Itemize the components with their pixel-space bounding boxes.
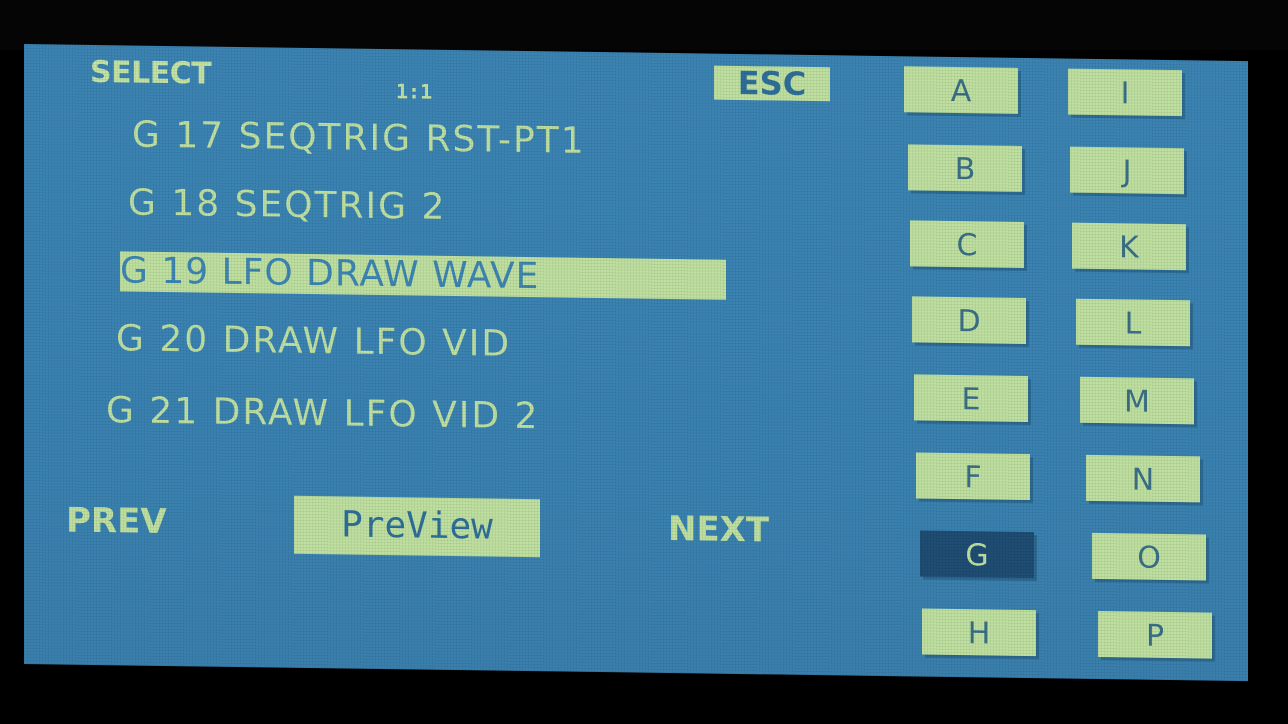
- bank-button-j[interactable]: J: [1070, 146, 1184, 195]
- bank-button-o[interactable]: O: [1092, 532, 1206, 581]
- device-bezel: [0, 0, 1288, 50]
- list-item-selected[interactable]: G 19 LFO DRAW WAVE: [120, 250, 726, 300]
- bank-button-f[interactable]: F: [916, 452, 1030, 501]
- list-item[interactable]: G 17 SEQTRIG RST-PT1: [132, 115, 586, 162]
- bank-button-h[interactable]: H: [922, 608, 1036, 657]
- preview-button[interactable]: PreView: [294, 495, 540, 558]
- bank-button-c[interactable]: C: [910, 220, 1024, 268]
- bank-button-p[interactable]: P: [1098, 610, 1212, 659]
- list-item[interactable]: G 18 SEQTRIG 2: [128, 182, 446, 227]
- bank-button-g[interactable]: G: [920, 530, 1034, 579]
- bank-button-l[interactable]: L: [1076, 298, 1190, 347]
- bank-button-b[interactable]: B: [908, 144, 1022, 192]
- bank-button-d[interactable]: D: [912, 296, 1026, 344]
- next-button[interactable]: NEXT: [668, 509, 769, 550]
- bank-button-k[interactable]: K: [1072, 222, 1186, 271]
- list-item[interactable]: G 21 DRAW LFO VID 2: [106, 390, 539, 437]
- bank-button-a[interactable]: A: [904, 66, 1018, 114]
- screen-title: SELECT: [90, 54, 212, 92]
- list-item[interactable]: G 20 DRAW LFO VID: [116, 318, 511, 365]
- esc-button[interactable]: ESC: [714, 64, 830, 103]
- bank-button-m[interactable]: M: [1080, 376, 1194, 425]
- bank-button-e[interactable]: E: [914, 374, 1028, 423]
- prev-button[interactable]: PREV: [66, 501, 167, 542]
- bank-button-i[interactable]: I: [1068, 68, 1182, 117]
- lcd-screen: SELECT 1:1 ESC G 17 SEQTRIG RST-PT1 G 18…: [24, 44, 1248, 682]
- bank-button-n[interactable]: N: [1086, 454, 1200, 503]
- page-indicator: 1:1: [396, 79, 433, 104]
